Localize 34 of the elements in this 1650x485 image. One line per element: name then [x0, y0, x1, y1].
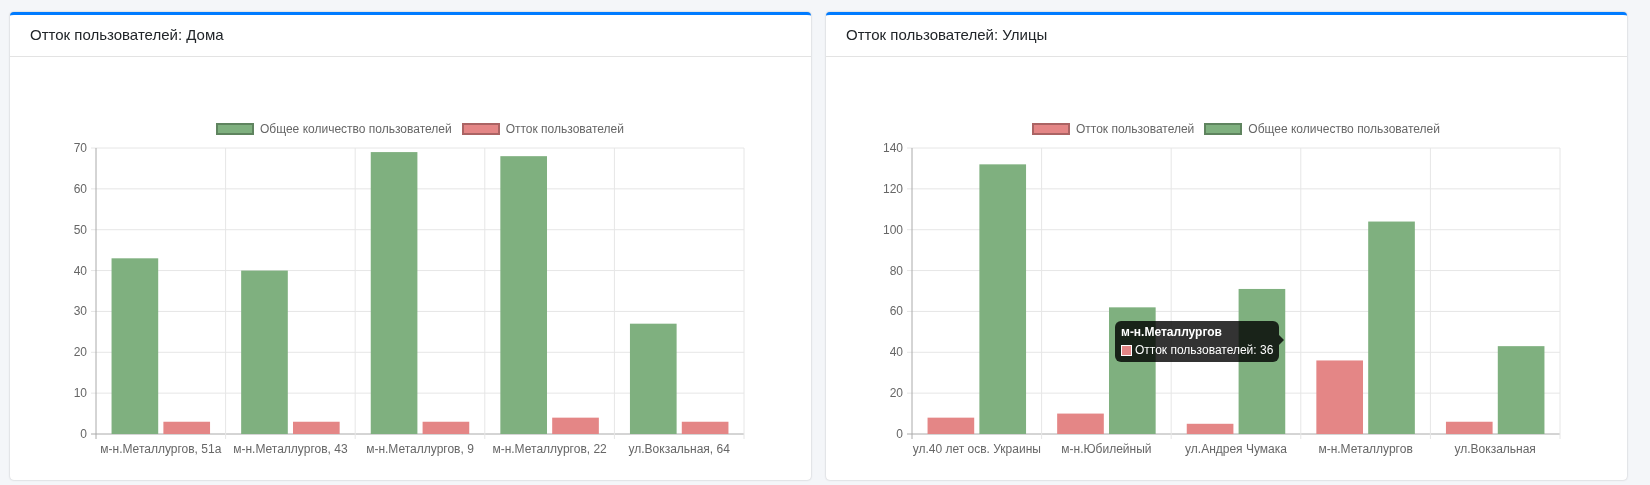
axis-label: ул.40 лет осв. Украины: [912, 442, 1041, 456]
card-title: Отток пользователей: Улицы: [846, 25, 1048, 46]
axis-tick-label: 140: [882, 141, 903, 155]
card-title: Отток пользователей: Дома: [30, 25, 224, 46]
axis-tick-label: 120: [882, 181, 903, 196]
legend-label[interactable]: Отток пользователей: [1076, 120, 1195, 138]
axis-label: ул.Вокзальная, 64: [628, 442, 730, 456]
axis-label: ул.Вокзальная: [1454, 442, 1536, 456]
axis-tick-label: 60: [73, 181, 87, 196]
axis-tick-label: 20: [73, 345, 87, 360]
axis-tick-label: 80: [889, 263, 903, 278]
tooltip-title: м-н.Металлургов: [1121, 325, 1223, 340]
axis-label: м-н.Металлургов, 22: [492, 442, 607, 456]
axis-tick-label: 60: [889, 304, 903, 319]
axis-tick-label: 40: [73, 263, 87, 278]
axis-tick-label: 70: [73, 141, 87, 155]
axis-label: м-н.Металлургов, 51а: [100, 442, 222, 456]
axis-tick-label: 0: [896, 427, 903, 441]
axis-label: м-н.Металлургов: [1318, 442, 1413, 456]
axis-tick-label: 0: [80, 427, 87, 441]
axis-label: м-н.Металлургов, 43: [233, 442, 348, 456]
axis-label: м-н.Металлургов, 9: [366, 442, 474, 456]
axis-tick-label: 20: [889, 386, 903, 401]
axis-tick-label: 50: [73, 222, 87, 237]
axis-tick-label: 10: [73, 386, 87, 401]
axis-label: ул.Андрея Чумака: [1185, 442, 1287, 456]
axis-tick-label: 30: [73, 304, 87, 319]
axis-tick-label: 40: [889, 345, 903, 360]
legend-label[interactable]: Общее количество пользователей: [260, 120, 452, 138]
legend-label[interactable]: Общее количество пользователей: [1248, 120, 1440, 138]
axis-label: м-н.Юбилейный: [1061, 442, 1152, 456]
tooltip-label: Отток пользователей: 36: [1135, 343, 1274, 358]
legend-label[interactable]: Отток пользователей: [505, 120, 624, 138]
axis-tick-label: 100: [882, 222, 903, 237]
